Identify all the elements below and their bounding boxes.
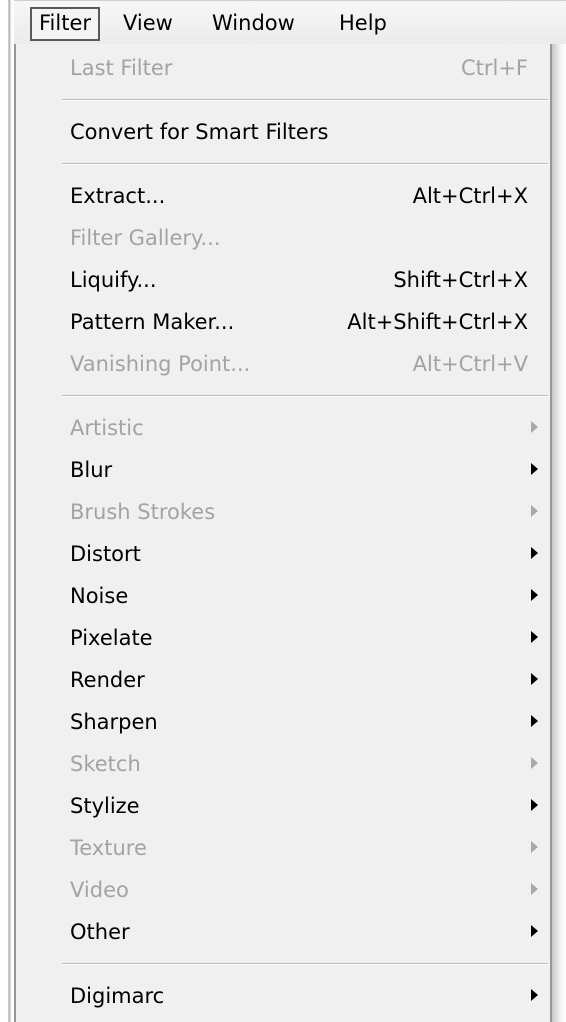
menu-item-label: Last Filter — [70, 56, 173, 80]
submenu-arrow-icon — [531, 673, 538, 685]
submenu-arrow-icon — [531, 989, 538, 1001]
menu-item-shortcut: Alt+Shift+Ctrl+X — [347, 310, 528, 334]
menu-item-digimarc[interactable]: Digimarc — [16, 975, 550, 1017]
submenu-arrow-icon — [531, 547, 538, 559]
menu-item-label: Video — [70, 878, 129, 902]
submenu-arrow-icon — [531, 925, 538, 937]
menu-item-pixelate[interactable]: Pixelate — [16, 617, 550, 659]
submenu-arrow-icon — [531, 715, 538, 727]
menu-item-texture[interactable]: Texture — [16, 827, 550, 869]
menu-item-shortcut: Shift+Ctrl+X — [393, 268, 528, 292]
menu-item-noise[interactable]: Noise — [16, 575, 550, 617]
menu-separator — [62, 163, 548, 165]
menu-bar-help[interactable]: Help — [339, 7, 387, 41]
menu-bar-window[interactable]: Window — [212, 7, 295, 41]
submenu-arrow-icon — [531, 505, 538, 517]
menu-bar: Filter View Window Help — [14, 0, 566, 44]
menu-separator — [62, 963, 548, 965]
menu-item-label: Texture — [70, 836, 147, 860]
menu-item-last-filter[interactable]: Last Filter Ctrl+F — [16, 47, 550, 89]
menu-item-label: Pattern Maker... — [70, 310, 235, 334]
menu-separator — [62, 395, 548, 397]
menu-item-other[interactable]: Other — [16, 911, 550, 953]
menu-item-label: Vanishing Point... — [70, 352, 251, 376]
menu-item-shortcut: Alt+Ctrl+V — [412, 352, 528, 376]
menu-item-filter-gallery[interactable]: Filter Gallery... — [16, 217, 550, 259]
menu-item-label: Digimarc — [70, 984, 165, 1008]
menu-item-label: Convert for Smart Filters — [70, 120, 329, 144]
menu-bar-filter[interactable]: Filter — [30, 7, 101, 41]
filter-menu: Last Filter Ctrl+F Convert for Smart Filte… — [14, 44, 552, 1022]
menu-item-label: Brush Strokes — [70, 500, 216, 524]
submenu-arrow-icon — [531, 589, 538, 601]
menu-item-label: Stylize — [70, 794, 140, 818]
menu-item-label: Sharpen — [70, 710, 158, 734]
menu-item-blur[interactable]: Blur — [16, 449, 550, 491]
menu-item-label: Extract... — [70, 184, 166, 208]
menu-item-label: Artistic — [70, 416, 144, 440]
menu-item-artistic[interactable]: Artistic — [16, 407, 550, 449]
menu-item-liquify[interactable]: Liquify... Shift+Ctrl+X — [16, 259, 550, 301]
submenu-arrow-icon — [531, 463, 538, 475]
submenu-arrow-icon — [531, 883, 538, 895]
menu-item-label: Filter Gallery... — [70, 226, 221, 250]
menu-item-pattern-maker[interactable]: Pattern Maker... Alt+Shift+Ctrl+X — [16, 301, 550, 343]
menu-item-video[interactable]: Video — [16, 869, 550, 911]
menu-item-render[interactable]: Render — [16, 659, 550, 701]
menu-item-stylize[interactable]: Stylize — [16, 785, 550, 827]
submenu-arrow-icon — [531, 799, 538, 811]
menu-item-label: Pixelate — [70, 626, 153, 650]
menu-item-label: Other — [70, 920, 130, 944]
menu-item-sketch[interactable]: Sketch — [16, 743, 550, 785]
screenshot: Filter View Window Help Last Filter Ctrl+… — [0, 0, 566, 1022]
submenu-arrow-icon — [531, 631, 538, 643]
menu-item-convert-for-smart-filters[interactable]: Convert for Smart Filters — [16, 111, 550, 153]
submenu-arrow-icon — [531, 757, 538, 769]
menu-item-vanishing-point[interactable]: Vanishing Point... Alt+Ctrl+V — [16, 343, 550, 385]
menu-item-label: Distort — [70, 542, 141, 566]
menu-item-label: Sketch — [70, 752, 141, 776]
menu-separator — [62, 99, 548, 101]
menu-item-shortcut: Alt+Ctrl+X — [412, 184, 528, 208]
menu-item-label: Render — [70, 668, 145, 692]
submenu-arrow-icon — [531, 841, 538, 853]
menu-item-sharpen[interactable]: Sharpen — [16, 701, 550, 743]
menu-item-label: Blur — [70, 458, 113, 482]
menu-item-distort[interactable]: Distort — [16, 533, 550, 575]
menu-item-brush-strokes[interactable]: Brush Strokes — [16, 491, 550, 533]
menu-item-shortcut: Ctrl+F — [460, 56, 528, 80]
submenu-arrow-icon — [531, 421, 538, 433]
menu-item-label: Liquify... — [70, 268, 157, 292]
menu-item-label: Noise — [70, 584, 129, 608]
menu-item-extract[interactable]: Extract... Alt+Ctrl+X — [16, 175, 550, 217]
window-edge — [0, 0, 14, 1022]
menu-bar-view[interactable]: View — [123, 7, 173, 41]
menu-shadow — [552, 44, 566, 1022]
